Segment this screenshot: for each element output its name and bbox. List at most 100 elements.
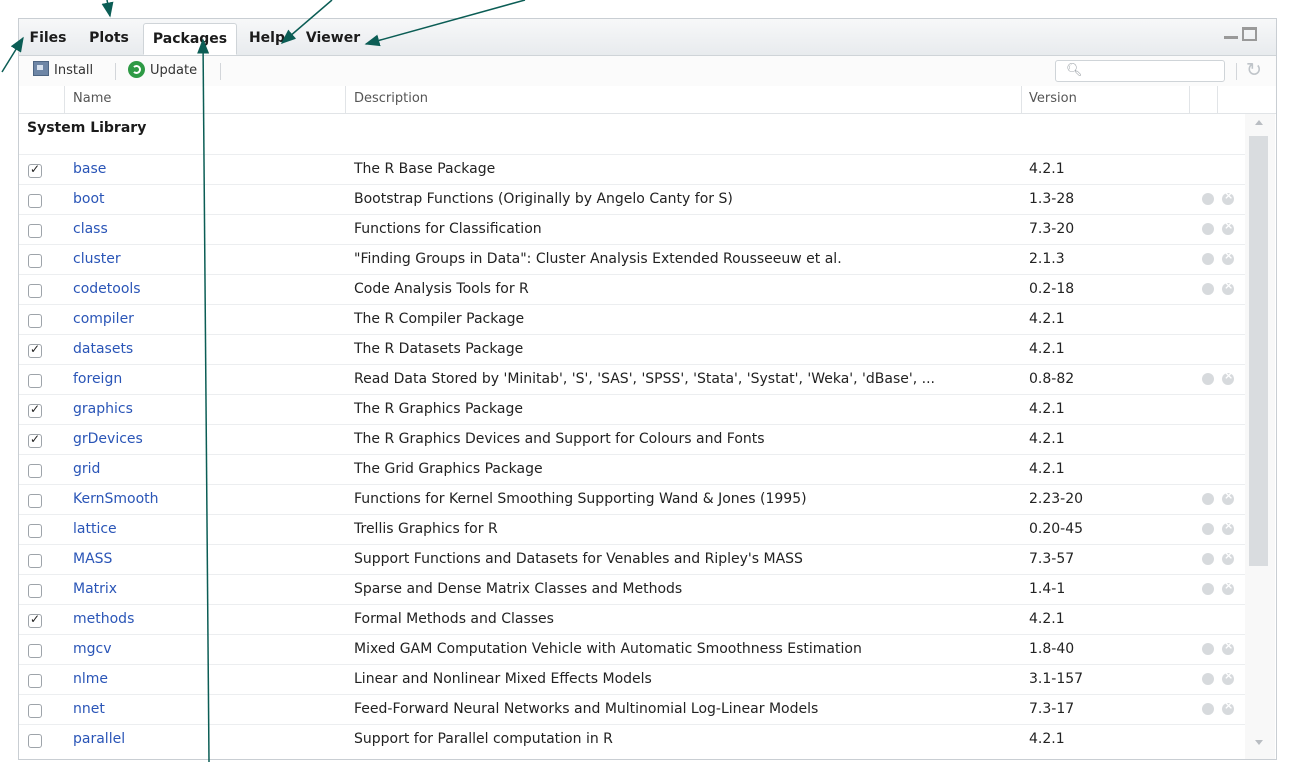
- package-name-link[interactable]: base: [73, 161, 106, 177]
- tab-plots[interactable]: Plots: [82, 23, 136, 55]
- remove-icon[interactable]: [1222, 279, 1234, 295]
- update-button[interactable]: Update: [128, 60, 197, 82]
- remove-icon[interactable]: [1222, 219, 1234, 235]
- remove-icon[interactable]: [1222, 669, 1234, 685]
- package-name-link[interactable]: foreign: [73, 371, 122, 387]
- tab-viewer[interactable]: Viewer: [303, 23, 363, 55]
- load-package-checkbox[interactable]: [28, 644, 42, 658]
- package-description: The R Graphics Package: [354, 401, 523, 417]
- load-package-checkbox[interactable]: [28, 704, 42, 718]
- remove-icon[interactable]: [1222, 699, 1234, 715]
- package-name-link[interactable]: KernSmooth: [73, 491, 159, 507]
- package-version: 4.2.1: [1029, 311, 1065, 327]
- load-package-checkbox[interactable]: [28, 464, 42, 478]
- maximize-icon[interactable]: [1242, 27, 1257, 41]
- load-package-checkbox[interactable]: [28, 494, 42, 508]
- globe-icon[interactable]: [1202, 553, 1214, 565]
- remove-icon[interactable]: [1222, 249, 1234, 265]
- globe-icon[interactable]: [1202, 373, 1214, 385]
- package-description: Functions for Kernel Smoothing Supportin…: [354, 491, 807, 507]
- load-package-checkbox[interactable]: [28, 162, 42, 178]
- package-name-link[interactable]: class: [73, 221, 108, 237]
- load-package-checkbox[interactable]: [28, 554, 42, 568]
- package-name-link[interactable]: compiler: [73, 311, 134, 327]
- tab-help[interactable]: Help: [242, 23, 292, 55]
- scroll-up-icon[interactable]: [1255, 120, 1263, 125]
- refresh-icon[interactable]: ↻: [1246, 59, 1262, 81]
- package-name-link[interactable]: parallel: [73, 731, 125, 747]
- package-name-link[interactable]: grid: [73, 461, 100, 477]
- package-description: Formal Methods and Classes: [354, 611, 554, 627]
- load-package-checkbox[interactable]: [28, 674, 42, 688]
- scrollbar-thumb[interactable]: [1249, 136, 1268, 566]
- remove-icon[interactable]: [1222, 579, 1234, 595]
- remove-icon[interactable]: [1222, 189, 1234, 205]
- package-name-link[interactable]: methods: [73, 611, 134, 627]
- globe-icon[interactable]: [1202, 673, 1214, 685]
- package-version: 4.2.1: [1029, 461, 1065, 477]
- package-name-link[interactable]: nnet: [73, 701, 105, 717]
- package-description: Mixed GAM Computation Vehicle with Autom…: [354, 641, 862, 657]
- column-header-name[interactable]: Name: [73, 86, 111, 113]
- package-name-link[interactable]: codetools: [73, 281, 141, 297]
- load-package-checkbox[interactable]: [28, 584, 42, 598]
- tab-files[interactable]: Files: [25, 23, 71, 55]
- globe-icon[interactable]: [1202, 283, 1214, 295]
- package-name-link[interactable]: mgcv: [73, 641, 112, 657]
- column-header-version[interactable]: Version: [1029, 86, 1077, 113]
- package-version: 7.3-20: [1029, 221, 1075, 237]
- package-name-link[interactable]: nlme: [73, 671, 108, 687]
- load-package-checkbox[interactable]: [28, 254, 42, 268]
- globe-icon[interactable]: [1202, 703, 1214, 715]
- vertical-scrollbar[interactable]: [1245, 114, 1275, 759]
- globe-icon[interactable]: [1202, 643, 1214, 655]
- table-row: cluster "Finding Groups in Data": Cluster…: [19, 244, 1245, 275]
- remove-icon[interactable]: [1222, 519, 1234, 535]
- globe-icon[interactable]: [1202, 223, 1214, 235]
- load-package-checkbox[interactable]: [28, 524, 42, 538]
- package-name-link[interactable]: MASS: [73, 551, 112, 567]
- remove-icon[interactable]: [1222, 639, 1234, 655]
- package-version: 4.2.1: [1029, 731, 1065, 747]
- load-package-checkbox[interactable]: [28, 342, 42, 358]
- load-package-checkbox[interactable]: [28, 612, 42, 628]
- load-package-checkbox[interactable]: [28, 224, 42, 238]
- table-row: boot Bootstrap Functions (Originally by A…: [19, 184, 1245, 215]
- minimize-icon[interactable]: [1224, 36, 1238, 39]
- load-package-checkbox[interactable]: [28, 314, 42, 328]
- package-name-link[interactable]: grDevices: [73, 431, 143, 447]
- column-divider: [64, 86, 65, 113]
- load-package-checkbox[interactable]: [28, 402, 42, 418]
- package-name-link[interactable]: Matrix: [73, 581, 117, 597]
- package-name-link[interactable]: datasets: [73, 341, 133, 357]
- package-name-link[interactable]: lattice: [73, 521, 117, 537]
- remove-icon[interactable]: [1222, 549, 1234, 565]
- scroll-down-icon[interactable]: [1255, 740, 1263, 745]
- package-name-link[interactable]: graphics: [73, 401, 133, 417]
- load-package-checkbox[interactable]: [28, 432, 42, 448]
- column-divider: [1217, 86, 1218, 113]
- toolbar-divider: [1236, 63, 1237, 80]
- package-description: Functions for Classification: [354, 221, 542, 237]
- table-row: grDevices The R Graphics Devices and Supp…: [19, 424, 1245, 455]
- package-description: The Grid Graphics Package: [354, 461, 543, 477]
- load-package-checkbox[interactable]: [28, 284, 42, 298]
- load-package-checkbox[interactable]: [28, 734, 42, 748]
- remove-icon[interactable]: [1222, 489, 1234, 505]
- globe-icon[interactable]: [1202, 583, 1214, 595]
- remove-icon[interactable]: [1222, 369, 1234, 385]
- load-package-checkbox[interactable]: [28, 194, 42, 208]
- load-package-checkbox[interactable]: [28, 374, 42, 388]
- package-version: 1.4-1: [1029, 581, 1066, 597]
- install-button[interactable]: Install: [33, 60, 93, 82]
- globe-icon[interactable]: [1202, 523, 1214, 535]
- column-header-description[interactable]: Description: [354, 86, 428, 113]
- search-input[interactable]: 🔍︎: [1055, 60, 1225, 82]
- tab-packages[interactable]: Packages: [143, 23, 237, 55]
- package-name-link[interactable]: cluster: [73, 251, 121, 267]
- package-name-link[interactable]: boot: [73, 191, 105, 207]
- globe-icon[interactable]: [1202, 493, 1214, 505]
- table-row: datasets The R Datasets Package 4.2.1: [19, 334, 1245, 365]
- globe-icon[interactable]: [1202, 253, 1214, 265]
- globe-icon[interactable]: [1202, 193, 1214, 205]
